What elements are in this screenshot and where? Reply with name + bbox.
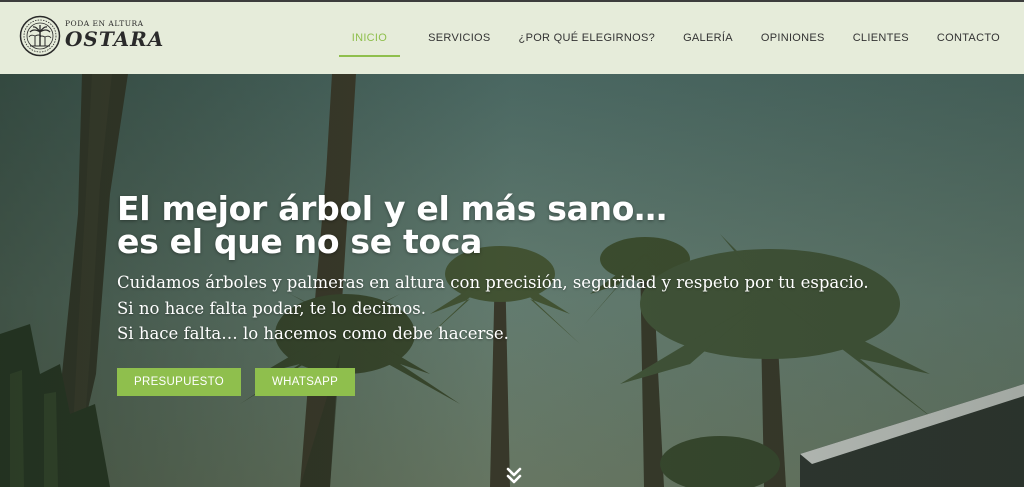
hero-subtitle: Cuidamos árboles y palmeras en altura co… — [117, 270, 897, 347]
quote-button[interactable]: PRESUPUESTO — [117, 368, 241, 396]
site-logo[interactable]: PODA EN ALTURA OSTARA — [19, 15, 169, 61]
nav-item-servicios[interactable]: SERVICIOS — [428, 26, 490, 50]
hero-title-line-2: es el que no se toca — [117, 222, 483, 261]
logo-wordmark: OSTARA — [65, 27, 165, 51]
hero-buttons: PRESUPUESTO WHATSAPP — [117, 368, 356, 396]
hero-title: El mejor árbol y el más sano… es el que … — [117, 192, 897, 258]
nav-item-opiniones[interactable]: OPINIONES — [761, 26, 825, 50]
main-nav: INICIO SERVICIOS ¿POR QUÉ ELEGIRNOS? GAL… — [338, 2, 1000, 74]
whatsapp-button[interactable]: WHATSAPP — [255, 368, 356, 396]
hero-subtitle-line-3: Si hace falta… lo hacemos como debe hace… — [117, 324, 509, 343]
site-header: PODA EN ALTURA OSTARA INICIO SERVICIOS ¿… — [0, 2, 1024, 74]
nav-item-galeria[interactable]: GALERÍA — [683, 26, 733, 50]
palm-seal-icon — [19, 15, 61, 57]
chevron-double-down-icon[interactable] — [505, 466, 523, 484]
nav-item-inicio[interactable]: INICIO — [338, 26, 401, 57]
hero-subtitle-line-2: Si no hace falta podar, te lo decimos. — [117, 298, 426, 318]
nav-item-clientes[interactable]: CLIENTES — [853, 26, 909, 50]
hero-subtitle-line-1: Cuidamos árboles y palmeras en altura co… — [117, 273, 869, 292]
nav-item-contacto[interactable]: CONTACTO — [937, 26, 1000, 50]
hero-section: El mejor árbol y el más sano… es el que … — [0, 74, 1024, 487]
nav-item-por-que-elegirnos[interactable]: ¿POR QUÉ ELEGIRNOS? — [519, 26, 656, 50]
hero-content: El mejor árbol y el más sano… es el que … — [117, 192, 897, 347]
